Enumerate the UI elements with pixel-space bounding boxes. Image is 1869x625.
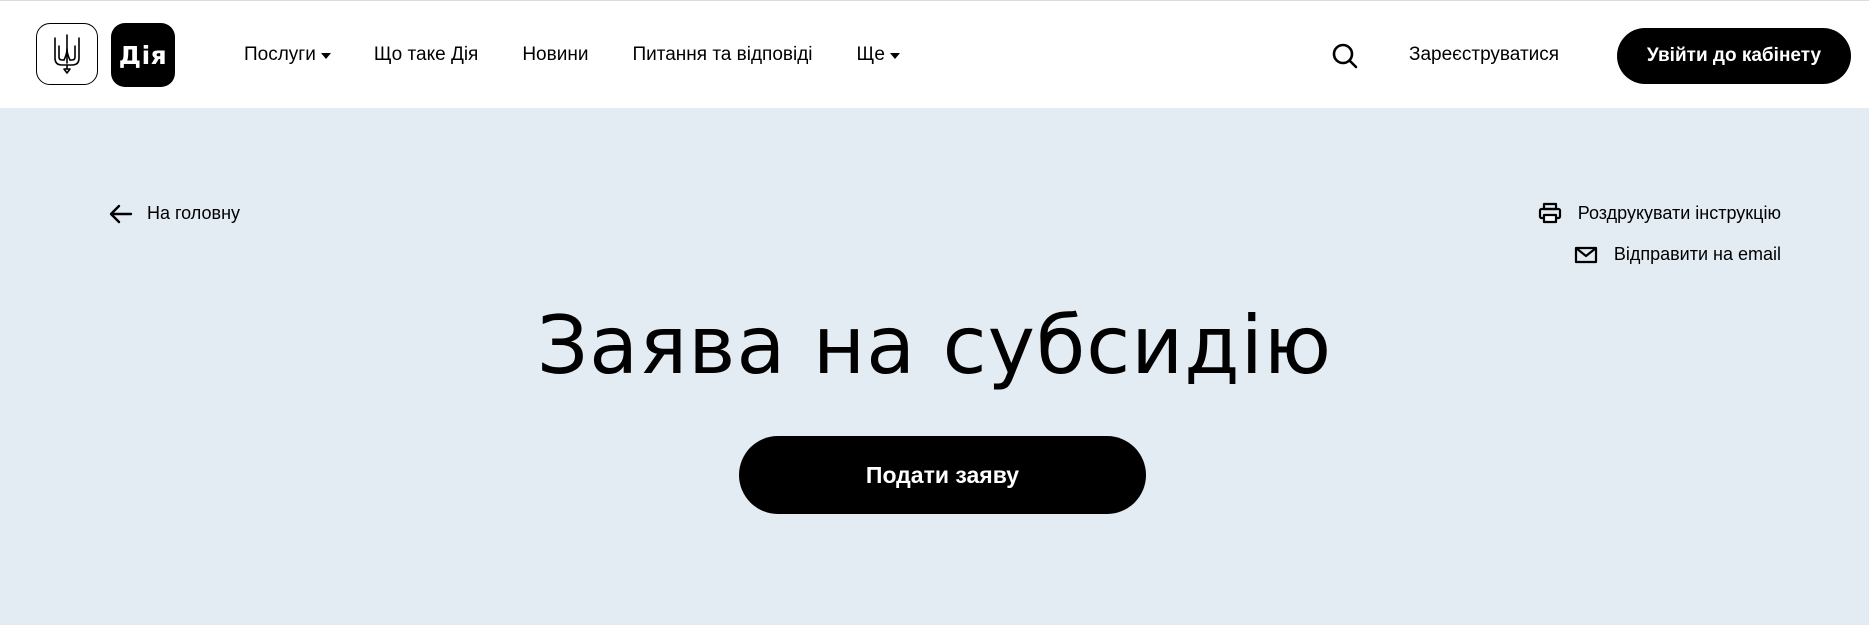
nav-item-more[interactable]: Ще	[857, 44, 900, 66]
main-nav: Послуги Що таке Дія Новини Питання та ві…	[244, 1, 900, 109]
send-email-link[interactable]: Відправити на email	[1574, 244, 1781, 265]
nav-item-label: Що таке Дія	[373, 44, 479, 65]
register-link[interactable]: Зареєструватися	[1409, 1, 1559, 109]
search-button[interactable]	[1331, 42, 1359, 70]
nav-item-label: Новини	[522, 44, 589, 65]
nav-item-faq[interactable]: Питання та відповіді	[632, 44, 812, 66]
diia-logo[interactable]: Дія	[111, 23, 175, 87]
nav-item-services[interactable]: Послуги	[244, 44, 331, 66]
nav-item-label: Послуги	[244, 44, 316, 65]
printer-icon	[1538, 202, 1561, 224]
print-instruction-link[interactable]: Роздрукувати інструкцію	[1538, 202, 1781, 224]
back-to-home-link[interactable]: На головну	[109, 203, 240, 224]
site-header: Дія Послуги Що таке Дія Новини Питання т…	[0, 0, 1869, 108]
email-label: Відправити на email	[1613, 244, 1781, 264]
trident-icon	[54, 34, 80, 74]
nav-item-label: Ще	[856, 44, 885, 65]
nav-item-news[interactable]: Новини	[522, 44, 588, 66]
search-icon	[1332, 43, 1358, 69]
caret-down-icon	[889, 53, 900, 59]
caret-down-icon	[320, 53, 331, 59]
arrow-left-icon	[109, 204, 133, 223]
submit-application-button[interactable]: Подати заяву	[739, 436, 1146, 514]
trident-logo[interactable]	[36, 23, 98, 85]
back-link-label: На головну	[147, 203, 241, 223]
nav-item-label: Питання та відповіді	[632, 44, 813, 65]
login-button[interactable]: Увійти до кабінету	[1617, 28, 1851, 84]
page-title: Заява на субсидію	[536, 299, 1333, 392]
print-label: Роздрукувати інструкцію	[1577, 202, 1781, 223]
envelope-icon	[1574, 246, 1597, 263]
nav-item-what-is-diia[interactable]: Що таке Дія	[374, 44, 478, 66]
